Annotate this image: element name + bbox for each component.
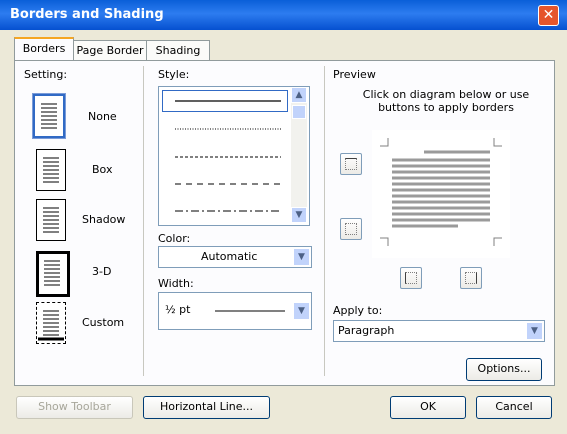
preview-heading: Preview: [333, 68, 376, 81]
setting-custom-icon[interactable]: [36, 302, 66, 344]
tab-label: Shading: [155, 44, 201, 57]
style-scrollbar[interactable]: ▲ ▼: [291, 87, 307, 223]
dialog-title: Borders and Shading: [10, 7, 164, 22]
setting-3d-label[interactable]: 3-D: [92, 265, 111, 278]
preview-diagram[interactable]: [372, 130, 510, 258]
lines-icon: [43, 207, 59, 233]
chevron-down-icon[interactable]: ▼: [293, 302, 310, 320]
tab-shading[interactable]: Shading: [146, 40, 210, 61]
borders-and-shading-dialog: Borders and Shading ✕ Borders Page Borde…: [0, 0, 567, 422]
width-dropdown[interactable]: ½ pt ▼: [158, 292, 312, 330]
title-bar: Borders and Shading ✕: [0, 0, 567, 30]
apply-to-label: Apply to:: [333, 304, 383, 317]
options-button[interactable]: Options...: [466, 358, 542, 381]
lines-icon: [43, 157, 59, 183]
top-border-button[interactable]: [340, 153, 362, 175]
setting-heading: Setting:: [24, 68, 68, 81]
apply-to-dropdown[interactable]: Paragraph ▼: [333, 320, 545, 342]
line-style-list[interactable]: [158, 86, 310, 226]
lines-icon: [44, 260, 60, 286]
preview-page: [380, 138, 502, 246]
setting-box-icon[interactable]: [36, 149, 66, 191]
width-line-sample: [215, 310, 285, 312]
preview-hint: Click on diagram below or use buttons to…: [362, 88, 530, 114]
close-button[interactable]: ✕: [538, 5, 559, 26]
width-label: Width:: [158, 277, 194, 290]
chevron-down-icon[interactable]: ▼: [526, 322, 543, 340]
setting-shadow-icon[interactable]: [36, 199, 66, 241]
cancel-button[interactable]: Cancel: [476, 396, 552, 419]
apply-to-value: Paragraph: [338, 324, 395, 337]
setting-box-label[interactable]: Box: [92, 163, 112, 176]
ok-button[interactable]: OK: [390, 396, 466, 419]
style-heading: Style:: [158, 68, 190, 81]
divider: [143, 66, 144, 376]
lines-icon: [38, 310, 64, 341]
setting-custom-label[interactable]: Custom: [82, 316, 124, 329]
tab-page-border[interactable]: Page Border: [73, 40, 147, 61]
line-style-samples: [175, 100, 281, 212]
show-toolbar-button[interactable]: Show Toolbar: [16, 396, 133, 419]
tab-label: Borders: [22, 42, 66, 55]
chevron-down-icon[interactable]: ▼: [293, 248, 310, 266]
horizontal-line-button[interactable]: Horizontal Line...: [143, 396, 270, 419]
divider: [324, 66, 325, 376]
right-border-icon: [465, 272, 477, 284]
color-value: Automatic: [201, 250, 258, 263]
width-value: ½ pt: [165, 303, 191, 316]
tab-borders[interactable]: Borders: [14, 37, 74, 62]
top-border-icon: [345, 158, 357, 170]
right-border-button[interactable]: [460, 267, 482, 289]
scroll-up-button[interactable]: ▲: [291, 87, 307, 103]
setting-none-icon[interactable]: [32, 93, 66, 139]
left-border-icon: [405, 272, 417, 284]
middle-border-button[interactable]: [340, 218, 362, 240]
scroll-down-button[interactable]: ▼: [291, 207, 307, 223]
setting-none-label[interactable]: None: [88, 110, 117, 123]
setting-shadow-label[interactable]: Shadow: [82, 213, 125, 226]
inside-horizontal-border-icon: [345, 223, 357, 235]
color-dropdown[interactable]: Automatic ▼: [158, 246, 312, 268]
scroll-thumb[interactable]: [292, 105, 306, 119]
tab-label: Page Border: [76, 44, 144, 57]
lines-icon: [41, 103, 57, 129]
setting-3d-icon[interactable]: [36, 251, 70, 297]
left-border-button[interactable]: [400, 267, 422, 289]
color-label: Color:: [158, 232, 191, 245]
